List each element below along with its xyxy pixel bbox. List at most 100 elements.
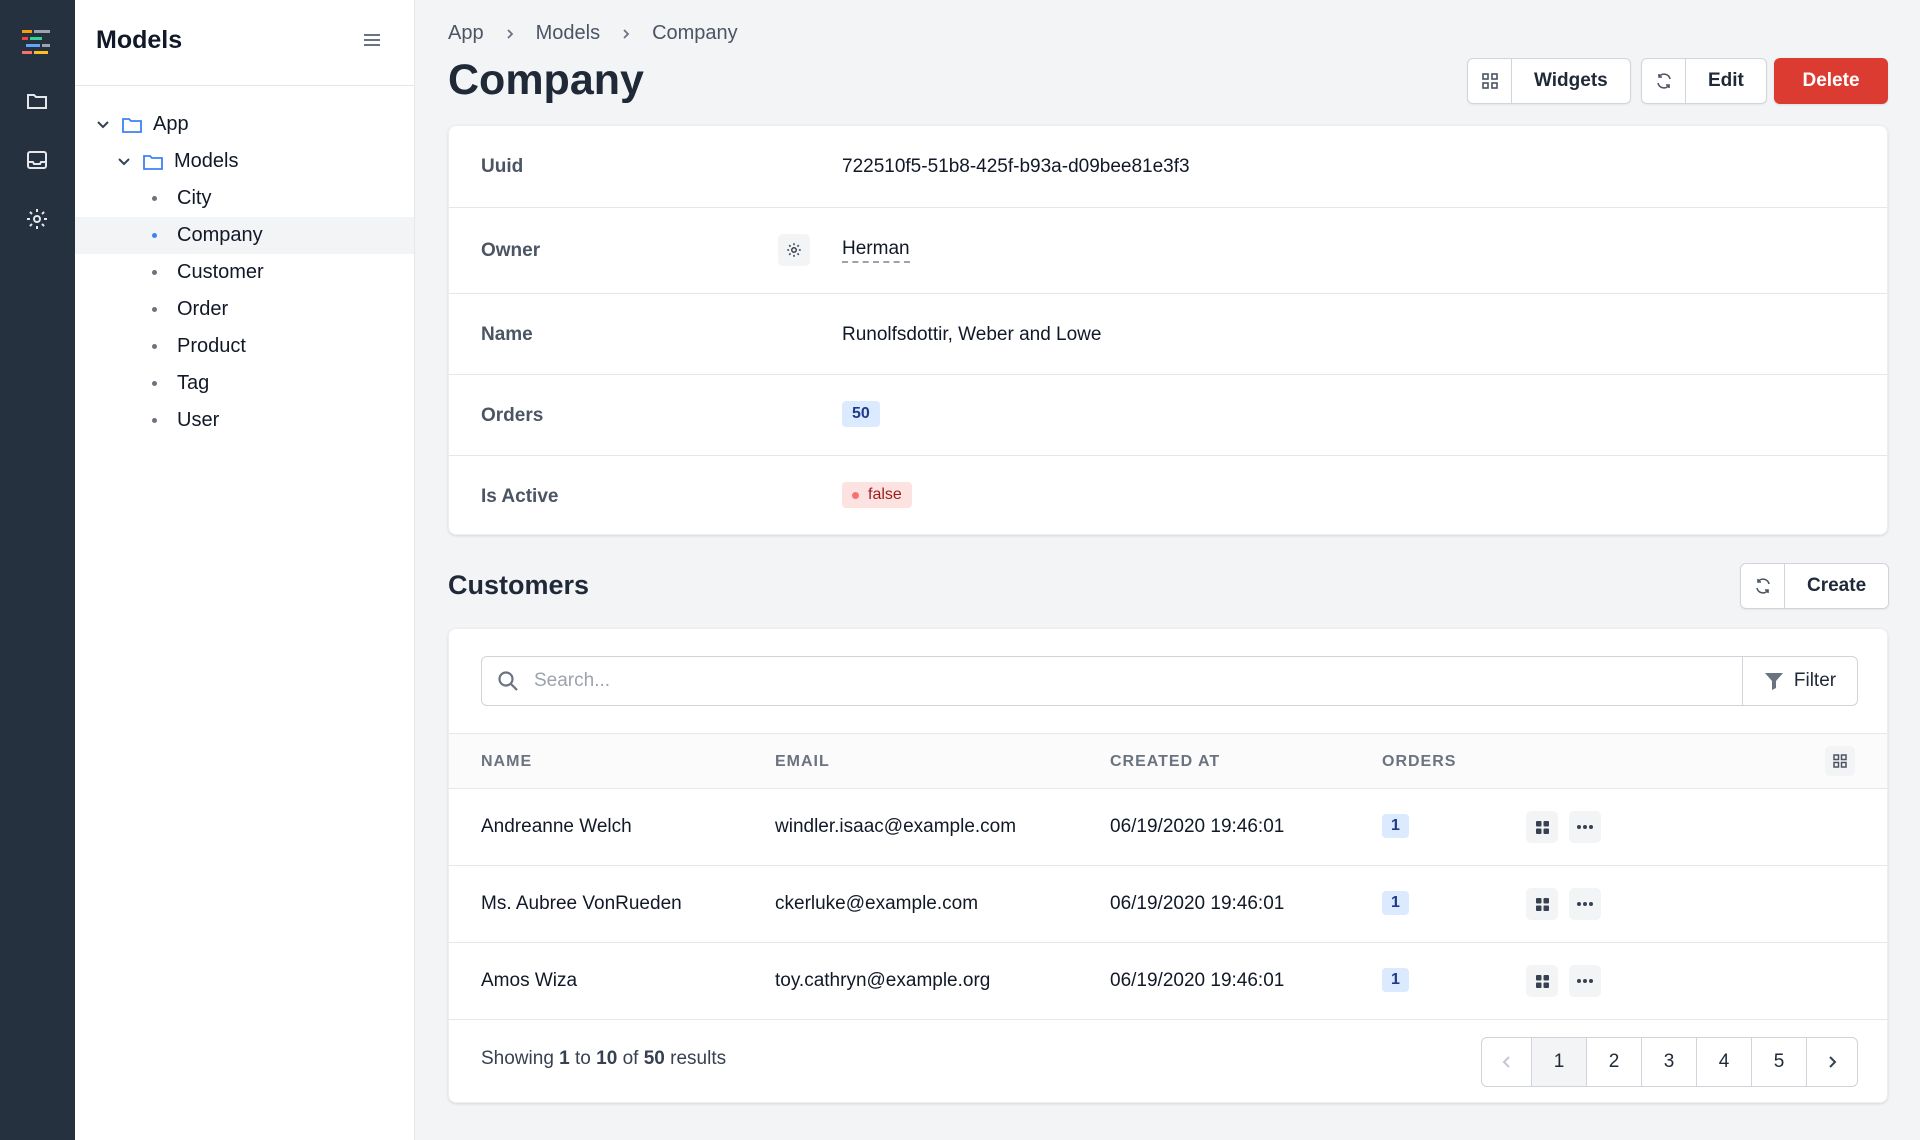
breadcrumb-company[interactable]: Company (652, 22, 738, 45)
owner-link[interactable]: Herman (842, 238, 910, 263)
bullet-icon (152, 196, 157, 201)
row-view-grid-icon[interactable] (1526, 811, 1558, 843)
name-label: Name (481, 324, 533, 345)
orders-value-wrap: 50 (842, 401, 880, 427)
customer-orders-badge: 1 (1382, 814, 1409, 838)
is-active-value-wrap: false (842, 482, 912, 508)
table-row[interactable]: Andreanne Welch windler.isaac@example.com… (449, 789, 1887, 866)
refresh-icon[interactable] (1642, 59, 1686, 103)
edit-button[interactable]: Edit (1686, 59, 1766, 103)
row-more-options-icon[interactable] (1569, 965, 1601, 997)
folder-icon[interactable] (20, 84, 54, 118)
chevron-right-icon (1829, 1056, 1837, 1068)
page-button-4[interactable]: 4 (1697, 1038, 1752, 1086)
hamburger-menu-icon[interactable] (362, 30, 388, 56)
row-view-grid-icon[interactable] (1526, 965, 1558, 997)
tree-item-label: Company (177, 224, 263, 246)
tree-item-tag[interactable]: Tag (75, 365, 414, 402)
tree-item-order[interactable]: Order (75, 291, 414, 328)
filter-button[interactable]: Filter (1742, 657, 1857, 705)
chevron-right-icon (623, 28, 630, 39)
detail-row-orders: Orders 50 (449, 375, 1887, 456)
create-button-group: Create (1740, 563, 1890, 609)
customer-email: windler.isaac@example.com (775, 816, 1017, 837)
customer-name: Andreanne Welch (481, 816, 632, 837)
inbox-icon[interactable] (20, 143, 54, 177)
row-view-grid-icon[interactable] (1526, 888, 1558, 920)
tree-item-customer[interactable]: Customer (75, 254, 414, 291)
detail-row-name: Name Runolfsdottir, Weber and Lowe (449, 294, 1887, 375)
next-page-button[interactable] (1807, 1038, 1857, 1086)
page-button-2[interactable]: 2 (1587, 1038, 1642, 1086)
tree-item-models[interactable]: Models (75, 143, 414, 180)
customer-created-at: 06/19/2020 19:46:01 (1110, 816, 1285, 837)
tree-item-label: Tag (177, 372, 210, 394)
table-row[interactable]: Ms. Aubree VonRueden ckerluke@example.com… (449, 866, 1887, 943)
bullet-icon (152, 418, 157, 423)
breadcrumb-app[interactable]: App (448, 22, 484, 45)
models-sidebar: Models App Models City Company Customer Order… (75, 0, 415, 1140)
column-header-email[interactable]: EMAIL (775, 753, 830, 771)
chevron-left-icon (1502, 1056, 1510, 1068)
tree-item-city[interactable]: City (75, 180, 414, 217)
column-header-orders[interactable]: ORDERS (1382, 753, 1456, 771)
owner-settings-gear-icon[interactable] (778, 234, 810, 266)
orders-count-badge: 50 (842, 401, 880, 427)
table-header: NAME EMAIL CREATED AT ORDERS (449, 733, 1887, 789)
funnel-icon (1764, 673, 1783, 690)
page-button-1[interactable]: 1 (1532, 1038, 1587, 1086)
status-badge: false (842, 482, 912, 508)
breadcrumb-models[interactable]: Models (536, 22, 600, 45)
tree-item-label: App (153, 113, 189, 135)
chevron-right-icon (506, 28, 513, 39)
page-button-3[interactable]: 3 (1642, 1038, 1697, 1086)
refresh-icon[interactable] (1741, 564, 1785, 608)
folder-icon (122, 117, 142, 133)
create-button[interactable]: Create (1785, 564, 1888, 608)
chevron-down-icon[interactable] (116, 154, 132, 170)
bullet-icon (152, 381, 157, 386)
search-icon (482, 657, 534, 705)
summary-total: 50 (643, 1048, 665, 1069)
columns-grid-icon[interactable] (1825, 746, 1855, 776)
search-bar: Filter (481, 656, 1858, 706)
previous-page-button[interactable] (1482, 1038, 1532, 1086)
row-more-options-icon[interactable] (1569, 811, 1601, 843)
tree-item-label: User (177, 409, 220, 431)
bullet-icon (152, 344, 157, 349)
row-more-options-icon[interactable] (1569, 888, 1601, 920)
chevron-down-icon[interactable] (95, 117, 111, 133)
table-row[interactable]: Amos Wiza toy.cathryn@example.org 06/19/20… (449, 943, 1887, 1020)
tree-item-app[interactable]: App (75, 106, 414, 143)
tree-item-user[interactable]: User (75, 402, 414, 439)
page-button-5[interactable]: 5 (1752, 1038, 1807, 1086)
widgets-button[interactable]: Widgets (1512, 59, 1630, 103)
column-header-created-at[interactable]: CREATED AT (1110, 753, 1220, 771)
settings-gear-icon[interactable] (20, 202, 54, 236)
uuid-label: Uuid (481, 156, 524, 177)
uuid-value: 722510f5-51b8-425f-b93a-d09bee81e3f3 (842, 156, 1190, 177)
status-dot-icon (852, 491, 859, 499)
bullet-icon (152, 233, 157, 238)
widgets-button-group: Widgets (1467, 58, 1631, 104)
sidebar-title: Models (96, 26, 183, 54)
delete-button[interactable]: Delete (1774, 58, 1888, 104)
app-logo-icon[interactable] (22, 28, 52, 58)
breadcrumb: App Models Company (448, 22, 738, 45)
tree-item-product[interactable]: Product (75, 328, 414, 365)
results-summary: Showing 1 to 10 of 50 results (481, 1048, 726, 1070)
tree-item-label: Customer (177, 261, 264, 283)
main-content: App Models Company Company Widgets Edit … (415, 0, 1920, 1140)
summary-from: 1 (559, 1048, 570, 1069)
summary-suffix: results (670, 1048, 727, 1069)
search-input[interactable] (534, 657, 1742, 705)
folder-icon (143, 154, 163, 170)
grid-icon[interactable] (1468, 59, 1512, 103)
pagination: 12345 (1481, 1037, 1858, 1087)
column-header-name[interactable]: NAME (481, 753, 532, 771)
status-badge-text: false (868, 486, 902, 503)
customer-orders-badge: 1 (1382, 891, 1409, 915)
tree-item-company[interactable]: Company (75, 217, 414, 254)
summary-to-word: to (575, 1048, 591, 1069)
bullet-icon (152, 270, 157, 275)
